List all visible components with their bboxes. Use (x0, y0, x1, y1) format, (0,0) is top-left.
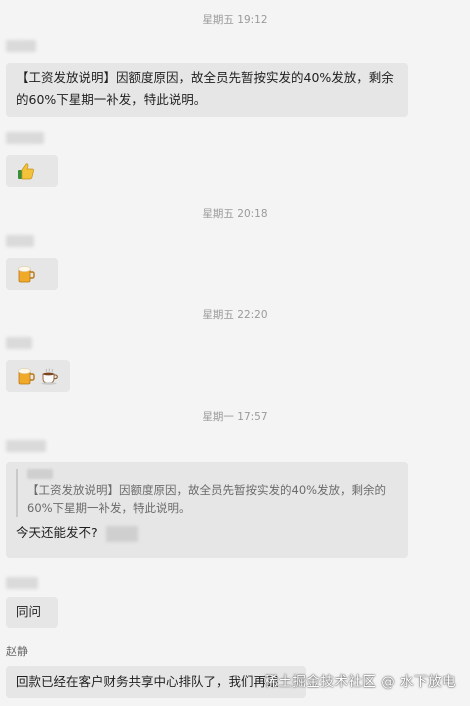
thumbs-up-icon (18, 163, 34, 180)
emoji-redacted (105, 525, 138, 542)
message-text: 【工资发放说明】因额度原因，故全员先暂按实发的40%发放，剩余的60%下星期一补… (16, 70, 394, 107)
quoted-sender-redacted (27, 469, 53, 479)
message-bubble[interactable]: 回款已经在客户财务共享中心排队了，我们再跟 (6, 666, 306, 698)
emoji-bubble[interactable] (6, 258, 58, 290)
emoji-bubble[interactable] (6, 155, 58, 187)
timestamp: 星期五 20:18 (202, 208, 268, 220)
timestamp: 星期一 17:57 (202, 411, 268, 423)
sender-name-redacted (6, 132, 44, 144)
message-text: 同问 (16, 604, 42, 619)
timestamp: 星期五 19:12 (202, 14, 268, 26)
timestamp: 星期五 22:20 (202, 309, 268, 321)
beer-mug-icon (18, 266, 35, 283)
quoted-message[interactable]: 【工资发放说明】因额度原因，故全员先暂按实发的40%发放，剩余的60%下星期一补… (16, 469, 398, 517)
emoji-bubble[interactable] (6, 360, 70, 392)
message-text: 回款已经在客户财务共享中心排队了，我们再跟 (16, 674, 279, 689)
sender-name-redacted (6, 235, 34, 247)
watermark: 稀土掘金技术社区 @ 水下放电 (264, 674, 456, 690)
coffee-cup-icon (41, 368, 58, 385)
sender-name-redacted (6, 440, 46, 452)
reply-message-bubble[interactable]: 【工资发放说明】因额度原因，故全员先暂按实发的40%发放，剩余的60%下星期一补… (6, 462, 408, 558)
sender-name-redacted (6, 337, 32, 349)
sender-name-redacted (6, 40, 36, 52)
message-bubble[interactable]: 【工资发放说明】因额度原因，故全员先暂按实发的40%发放，剩余的60%下星期一补… (6, 63, 408, 117)
beer-mug-icon (18, 368, 35, 385)
chat-window: 星期五 19:12 【工资发放说明】因额度原因，故全员先暂按实发的40%发放，剩… (0, 0, 470, 706)
message-text: 今天还能发不? (16, 525, 98, 540)
sender-name: 赵静 (6, 645, 28, 658)
message-bubble[interactable]: 同问 (6, 597, 58, 628)
sender-name-redacted (6, 577, 38, 589)
quoted-text: 【工资发放说明】因额度原因，故全员先暂按实发的40%发放，剩余的60%下星期一补… (27, 483, 387, 515)
